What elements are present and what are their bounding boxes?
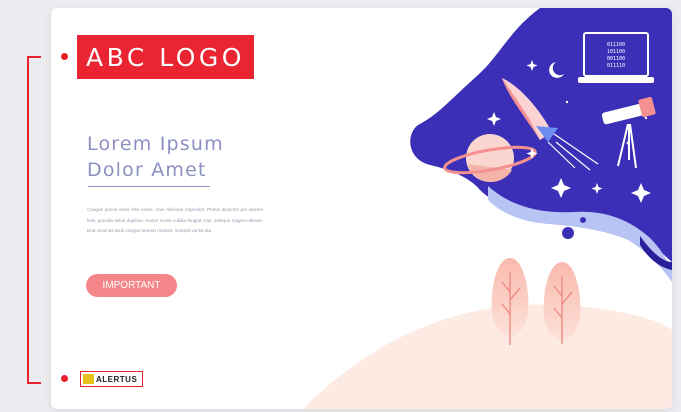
bracket-dot-bottom — [61, 375, 68, 382]
title-divider — [88, 186, 210, 187]
laptop-code-line: 011110 — [607, 63, 625, 69]
alertus-brand-text: ALERTUS — [96, 374, 138, 384]
important-button[interactable]: IMPORTANT — [86, 274, 177, 297]
hero-title-line2: Dolor Amet — [87, 159, 207, 181]
laptop-code-line: 101100 — [607, 49, 625, 55]
hero-title-line1: Lorem Ipsum — [87, 133, 224, 155]
alertus-mark-icon — [83, 374, 94, 384]
bracket-dot-top — [61, 53, 68, 60]
body-paragraph: Congue primis class felis sociis, nam ri… — [87, 207, 263, 234]
laptop-code-line: 001100 — [607, 56, 625, 62]
abc-logo: ABC LOGO — [77, 35, 254, 79]
hero-title: Lorem Ipsum Dolor Amet — [87, 131, 224, 183]
alertus-logo: ALERTUS — [80, 371, 143, 387]
laptop-code-line: 011100 — [607, 42, 625, 48]
hill-shape — [300, 304, 672, 409]
bracket-line — [27, 56, 41, 384]
